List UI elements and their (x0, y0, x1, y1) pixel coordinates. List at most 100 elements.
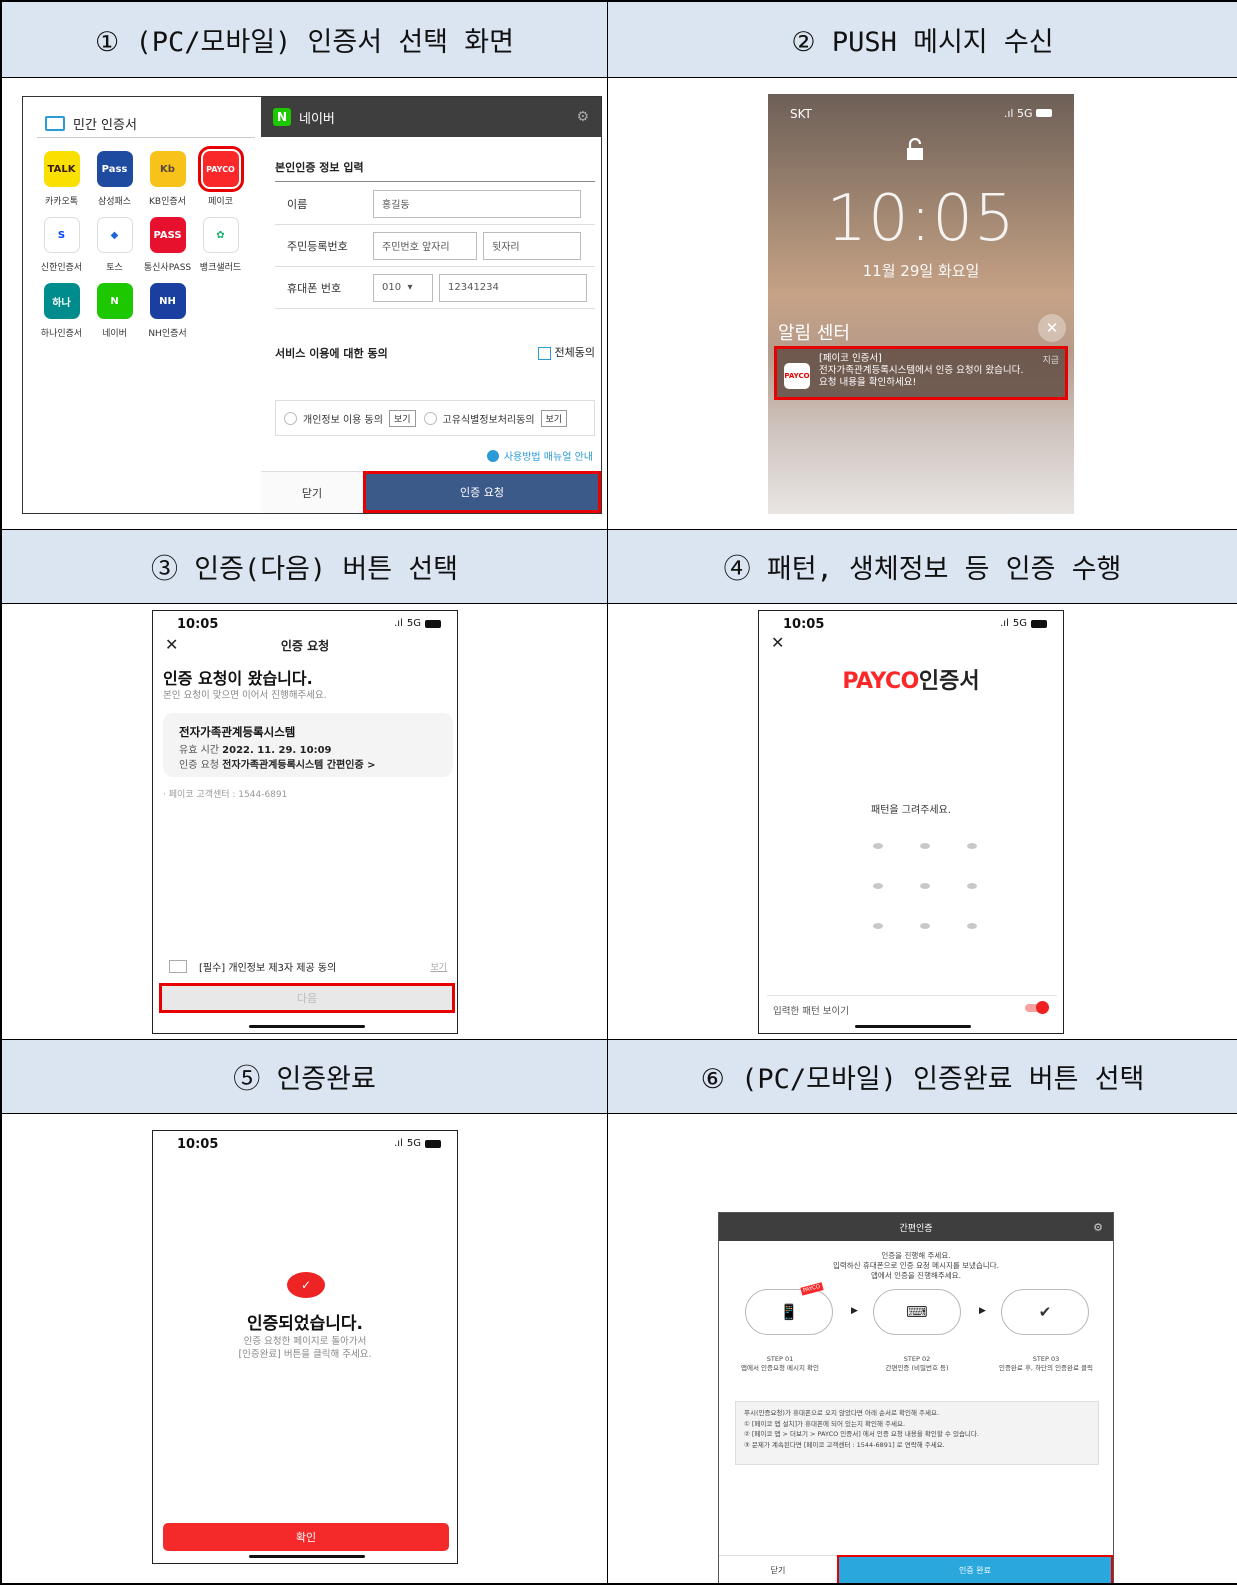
settings-icon[interactable]: ⚙ (576, 109, 589, 125)
notif-line1: 전자가족관계등록시스템에서 인증 요청이 왔습니다. (819, 365, 1024, 376)
cert-label: NH인증서 (148, 329, 187, 339)
cert-label: 통신사PASS (143, 263, 192, 273)
cert-item[interactable]: S 신한인증서 (35, 217, 88, 273)
pattern-grid[interactable] (855, 843, 995, 929)
pattern-dot (919, 883, 930, 889)
manual-link[interactable]: 사용방법 매뉴얼 안내 (486, 448, 593, 463)
check-icon: ✓ (287, 1272, 325, 1298)
step4-header: ④ 패턴, 생체정보 등 인증 수행 (608, 530, 1237, 604)
auth-request-button[interactable]: 인증 요청 (363, 471, 601, 513)
consent2-view-button[interactable]: 보기 (540, 409, 568, 427)
cert-item[interactable]: 하나 하나인증서 (35, 283, 88, 339)
step2-header: ② PUSH 메시지 수신 (608, 2, 1237, 78)
done-message: 인증되었습니다. (247, 1314, 363, 1334)
cert-item[interactable]: Kb KB인증서 (141, 151, 194, 207)
step3-title: ③ 인증(다음) 버튼 선택 (151, 554, 458, 585)
step3-body: 10:05 .ıl 5G ✕ 인증 요청 인증 요청이 왔습니다. 본인 요청이… (2, 604, 608, 1040)
consent2-radio[interactable] (423, 411, 437, 425)
arrow-icon: ▶ (851, 1306, 858, 1316)
show-pattern-label: 입력한 패턴 보이기 (773, 1006, 849, 1017)
notif-title: [페이코 인증서] (819, 353, 882, 364)
pattern-dot (966, 843, 977, 849)
cert-item[interactable]: ✿ 뱅크샐러드 (194, 217, 247, 273)
carrier: SKT (790, 107, 812, 121)
cert-item[interactable]: NH NH인증서 (141, 283, 194, 339)
rrn-back-input[interactable]: 뒷자리 (483, 231, 581, 260)
cert-item[interactable]: TALK 카카오톡 (35, 151, 88, 207)
user-icon (486, 449, 499, 462)
form-section-title: 본인인증 정보 입력 (275, 161, 364, 174)
cert-item[interactable]: PAYCO 페이코 (194, 146, 247, 207)
close-icon[interactable]: ✕ (1038, 314, 1066, 342)
request-card: 전자가족관계등록시스템 유효 시간 2022. 11. 29. 10:09 인증… (163, 713, 453, 777)
cert-label: 뱅크샐러드 (199, 263, 242, 273)
battery-icon (1031, 619, 1047, 628)
step2-label: STEP 02 간편인증 (비밀번호 등) (885, 1355, 949, 1372)
cert-item[interactable]: N 네이버 (88, 283, 141, 339)
cert-label: 네이버 (102, 329, 127, 339)
rrn-front-input[interactable]: 주민번호 앞자리 (373, 231, 477, 260)
step1-label: STEP 01 앱에서 인증요청 메시지 확인 (741, 1355, 819, 1372)
consent1-radio[interactable] (284, 411, 297, 425)
step6-title: ⑥ (PC/모바일) 인증완료 버튼 선택 (700, 1064, 1145, 1095)
step5-header: ⑤ 인증완료 (2, 1040, 608, 1114)
cert-logo-icon: NH (149, 283, 186, 319)
phone-prefix-select[interactable]: 010 ▾ (373, 273, 433, 302)
headline: 인증 요청이 왔습니다. (163, 669, 313, 688)
consent-checkbox[interactable] (169, 960, 187, 973)
pattern-dot (919, 923, 930, 929)
battery-icon (1036, 109, 1052, 117)
next-button[interactable]: 다음 (159, 983, 455, 1013)
cert-item[interactable]: PASS 통신사PASS (141, 217, 194, 273)
intro-text: 인증을 진행해 주세요. 입력하신 휴대폰으로 인증 요청 메시지를 보냈습니다.… (832, 1251, 1000, 1280)
close-button[interactable]: 닫기 (261, 471, 363, 513)
step4-body: 10:05 .ıl 5G ✕ PAYCO인증서 패턴을 그려주세요. 입력한 패… (608, 604, 1237, 1040)
phone-input[interactable]: 12341234 (439, 273, 587, 302)
cert-grid: TALK 카카오톡 Pass 삼성패스 Kb KB인증서 PAYCO 페이코 S 신한인증서 ◆ 토스… (35, 146, 261, 339)
cert-label: 토스 (106, 263, 123, 273)
steps-table: ① (PC/모바일) 인증서 선택 화면 ② PUSH 메시지 수신 민간 인증… (0, 0, 1237, 1585)
password-icon: ⌨ (873, 1289, 961, 1335)
step5-body: 10:05 .ıl 5G ✓ 인증되었습니다. 인증 요청한 페이지로 돌아가서… (2, 1114, 608, 1583)
cert-label: 카카오톡 (44, 197, 79, 207)
cert-label: KB인증서 (149, 197, 186, 207)
pattern-dot (966, 883, 977, 889)
step5-title: ⑤ 인증완료 (233, 1064, 376, 1095)
consent-view-link[interactable]: 보기 (430, 960, 447, 973)
cert-item[interactable]: ◆ 토스 (88, 217, 141, 273)
close-icon[interactable]: ✕ (771, 633, 784, 652)
arrow-icon: ▶ (979, 1306, 986, 1316)
screen-header: 인증 요청 (280, 639, 330, 653)
pattern-screen: 10:05 .ıl 5G ✕ PAYCO인증서 패턴을 그려주세요. 입력한 패… (758, 610, 1064, 1034)
auth-complete-screen: 10:05 .ıl 5G ✓ 인증되었습니다. 인증 요청한 페이지로 돌아가서… (152, 1130, 458, 1564)
cert-label: 페이코 (208, 197, 233, 207)
agree-all-checkbox[interactable]: 전체동의 (537, 344, 595, 360)
cert-label: 신한인증서 (40, 263, 83, 273)
cert-select-window: 민간 인증서 TALK 카카오톡 Pass 삼성패스 Kb KB인증서 PAYCO 페이코 S 신… (22, 96, 602, 514)
step-illustrations: 📱 PAYCO ▶ ⌨ ▶ ✔ (729, 1282, 1105, 1345)
cert-label: 삼성패스 (97, 197, 132, 207)
pattern-dot (873, 923, 884, 929)
confirm-button[interactable]: 확인 (163, 1523, 449, 1551)
auth-complete-button[interactable]: 인증 완료 (837, 1555, 1113, 1583)
pattern-message: 패턴을 그려주세요. (871, 805, 951, 816)
simple-auth-window: 간편인증 ⚙ 인증을 진행해 주세요. 입력하신 휴대폰으로 인증 요청 메시지를 … (718, 1212, 1114, 1583)
step2-body: SKT .ıl 5G 10:05 11월 29일 화요일 알림 센터 ✕ PAY… (608, 78, 1237, 530)
cert-item[interactable]: Pass 삼성패스 (88, 151, 141, 207)
cert-logo-icon: N (96, 283, 133, 319)
push-notification[interactable]: PAYCO [페이코 인증서] 전자가족관계등록시스템에서 인증 요청이 왔습니… (774, 346, 1068, 400)
status-icons: .ıl 5G (1004, 107, 1052, 120)
step1-header: ① (PC/모바일) 인증서 선택 화면 (2, 2, 608, 78)
naver-title-bar: N 네이버 ⚙ (261, 97, 601, 137)
auth-request-screen: 10:05 .ıl 5G ✕ 인증 요청 인증 요청이 왔습니다. 본인 요청이… (152, 610, 458, 1034)
close-button[interactable]: 닫기 (719, 1555, 837, 1583)
phone-row: 휴대폰 번호 010 ▾ 12341234 (275, 267, 595, 309)
phone-check-icon: ✔ (1001, 1289, 1089, 1335)
done-sub: 인증 요청한 페이지로 돌아가서 [인증완료] 버튼을 클릭해 주세요. (238, 1336, 372, 1360)
show-pattern-toggle[interactable] (1025, 1001, 1049, 1014)
lock-time: 10:05 (826, 182, 1016, 256)
settings-icon[interactable]: ⚙ (1093, 1221, 1103, 1234)
consent1-view-button[interactable]: 보기 (388, 409, 416, 427)
cert-label: 하나인증서 (40, 329, 83, 339)
name-input[interactable]: 홍길동 (373, 189, 581, 218)
